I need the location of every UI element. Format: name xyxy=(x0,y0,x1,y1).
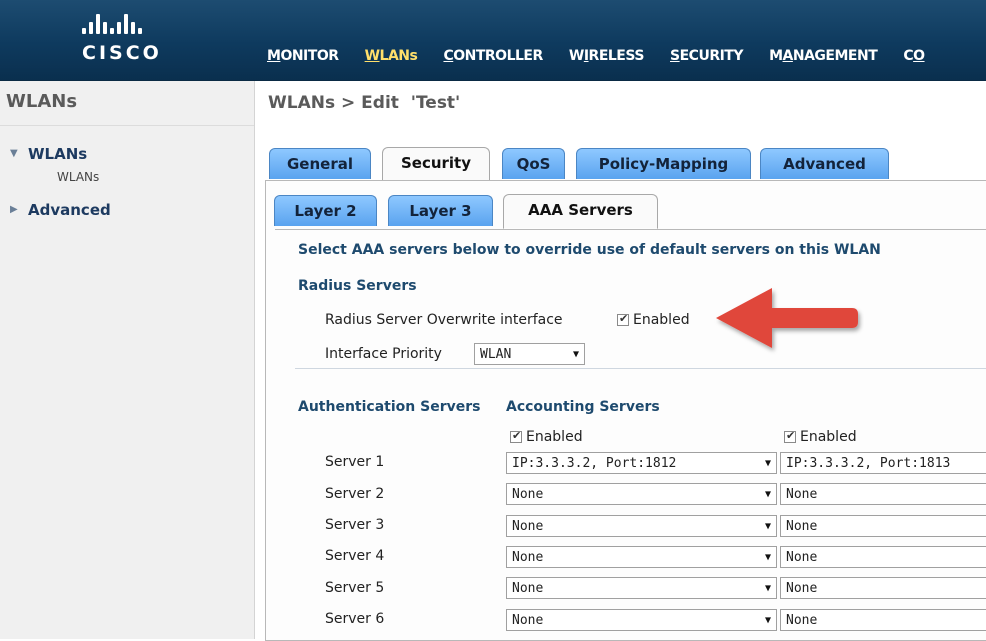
server-5-acct-value: None xyxy=(786,581,818,596)
server-2-auth-value: None xyxy=(512,487,544,502)
dropdown-arrow-icon: ▼ xyxy=(764,583,771,594)
nav-security[interactable]: SECURITY xyxy=(670,48,743,64)
subtab-layer3[interactable]: Layer 3 xyxy=(388,195,493,226)
cisco-logo[interactable]: cisco xyxy=(66,14,186,64)
authentication-servers-heading: Authentication Servers xyxy=(298,399,481,415)
server-3-auth-select[interactable]: None ▼ xyxy=(506,515,777,537)
server-4-label: Server 4 xyxy=(325,548,385,564)
tab-policy-mapping[interactable]: Policy-Mapping xyxy=(576,148,751,179)
main-content: WLANs > Edit 'Test' General Security QoS… xyxy=(255,81,986,641)
triangle-down-icon: ▼ xyxy=(10,148,18,159)
server-6-acct-value: None xyxy=(786,613,818,628)
acct-enabled-label: Enabled xyxy=(800,429,857,445)
nav-wireless[interactable]: WIRELESS xyxy=(569,48,645,64)
main-nav: MONITOR WLANs CONTROLLER WIRELESS SECURI… xyxy=(267,45,946,64)
auth-enabled-checkbox[interactable]: Enabled xyxy=(510,429,583,445)
overwrite-interface-checkbox[interactable]: Enabled xyxy=(617,312,690,328)
server-6-auth-select[interactable]: None ▼ xyxy=(506,609,777,631)
sidebar-divider xyxy=(0,125,254,126)
sidebar-subitem-wlans[interactable]: WLANs xyxy=(57,170,99,184)
tab-general[interactable]: General xyxy=(269,148,371,179)
dropdown-arrow-icon: ▼ xyxy=(764,552,771,563)
server-3-acct-value: None xyxy=(786,519,818,534)
subtab-separator xyxy=(275,229,986,230)
triangle-right-icon: ▶ xyxy=(10,204,18,215)
server-2-acct-select[interactable]: None xyxy=(780,483,986,505)
server-2-label: Server 2 xyxy=(325,486,385,502)
dropdown-arrow-icon: ▼ xyxy=(764,521,771,532)
server-5-acct-select[interactable]: None xyxy=(780,577,986,599)
server-2-auth-select[interactable]: None ▼ xyxy=(506,483,777,505)
server-6-acct-select[interactable]: None xyxy=(780,609,986,631)
checkbox-checked-icon[interactable] xyxy=(510,429,522,443)
acct-enabled-checkbox[interactable]: Enabled xyxy=(784,429,857,445)
server-1-acct-select[interactable]: IP:3.3.3.2, Port:1813 xyxy=(780,452,986,474)
nav-commands[interactable]: CO xyxy=(903,48,925,64)
interface-priority-value: WLAN xyxy=(480,347,512,362)
server-5-label: Server 5 xyxy=(325,580,385,596)
server-5-auth-value: None xyxy=(512,581,544,596)
aaa-intro-text: Select AAA servers below to override use… xyxy=(298,242,881,258)
server-6-auth-value: None xyxy=(512,613,544,628)
interface-priority-label: Interface Priority xyxy=(325,346,442,362)
server-1-acct-value: IP:3.3.3.2, Port:1813 xyxy=(786,456,951,471)
server-5-auth-select[interactable]: None ▼ xyxy=(506,577,777,599)
server-2-acct-value: None xyxy=(786,487,818,502)
auth-enabled-label: Enabled xyxy=(526,429,583,445)
tab-security[interactable]: Security xyxy=(382,147,490,180)
cisco-wordmark: cisco xyxy=(82,42,162,64)
server-1-label: Server 1 xyxy=(325,454,385,470)
sidebar-item-label: WLANs xyxy=(28,145,88,163)
checkbox-checked-icon[interactable] xyxy=(617,312,629,326)
sidebar-item-advanced[interactable]: ▶ Advanced xyxy=(10,201,111,219)
sidebar-title: WLANs xyxy=(6,91,78,112)
tab-advanced[interactable]: Advanced xyxy=(760,148,889,179)
section-divider xyxy=(295,368,986,369)
server-4-auth-value: None xyxy=(512,550,544,565)
subtab-aaa-servers[interactable]: AAA Servers xyxy=(503,194,658,229)
server-3-label: Server 3 xyxy=(325,517,385,533)
overwrite-enabled-label: Enabled xyxy=(633,312,690,328)
server-4-acct-value: None xyxy=(786,550,818,565)
nav-controller[interactable]: CONTROLLER xyxy=(443,48,543,64)
dropdown-arrow-icon: ▼ xyxy=(572,349,579,360)
checkbox-checked-icon[interactable] xyxy=(784,429,796,443)
nav-wlans[interactable]: WLANs xyxy=(365,48,418,64)
server-3-acct-select[interactable]: None xyxy=(780,515,986,537)
interface-priority-select[interactable]: WLAN ▼ xyxy=(474,343,585,365)
server-4-acct-select[interactable]: None xyxy=(780,546,986,568)
page-title: WLANs > Edit 'Test' xyxy=(268,93,461,113)
overwrite-interface-label: Radius Server Overwrite interface xyxy=(325,312,563,328)
server-3-auth-value: None xyxy=(512,519,544,534)
server-1-auth-value: IP:3.3.3.2, Port:1812 xyxy=(512,456,677,471)
dropdown-arrow-icon: ▼ xyxy=(764,489,771,500)
accounting-servers-heading: Accounting Servers xyxy=(506,399,660,415)
sidebar-item-label: Advanced xyxy=(28,201,111,219)
server-1-auth-select[interactable]: IP:3.3.3.2, Port:1812 ▼ xyxy=(506,452,777,474)
sidebar: WLANs ▼ WLANs WLANs ▶ Advanced xyxy=(0,81,255,639)
nav-management[interactable]: MANAGEMENT xyxy=(769,48,878,64)
radius-servers-heading: Radius Servers xyxy=(298,278,417,294)
top-bar: cisco MONITOR WLANs CONTROLLER WIRELESS … xyxy=(0,0,986,81)
tab-qos[interactable]: QoS xyxy=(502,148,565,179)
red-arrow-icon xyxy=(716,288,858,348)
server-4-auth-select[interactable]: None ▼ xyxy=(506,546,777,568)
nav-monitor[interactable]: MONITOR xyxy=(267,48,339,64)
sidebar-item-wlans[interactable]: ▼ WLANs xyxy=(10,145,88,163)
dropdown-arrow-icon: ▼ xyxy=(764,615,771,626)
subtab-layer2[interactable]: Layer 2 xyxy=(274,195,377,226)
server-6-label: Server 6 xyxy=(325,611,385,627)
dropdown-arrow-icon: ▼ xyxy=(764,458,771,469)
